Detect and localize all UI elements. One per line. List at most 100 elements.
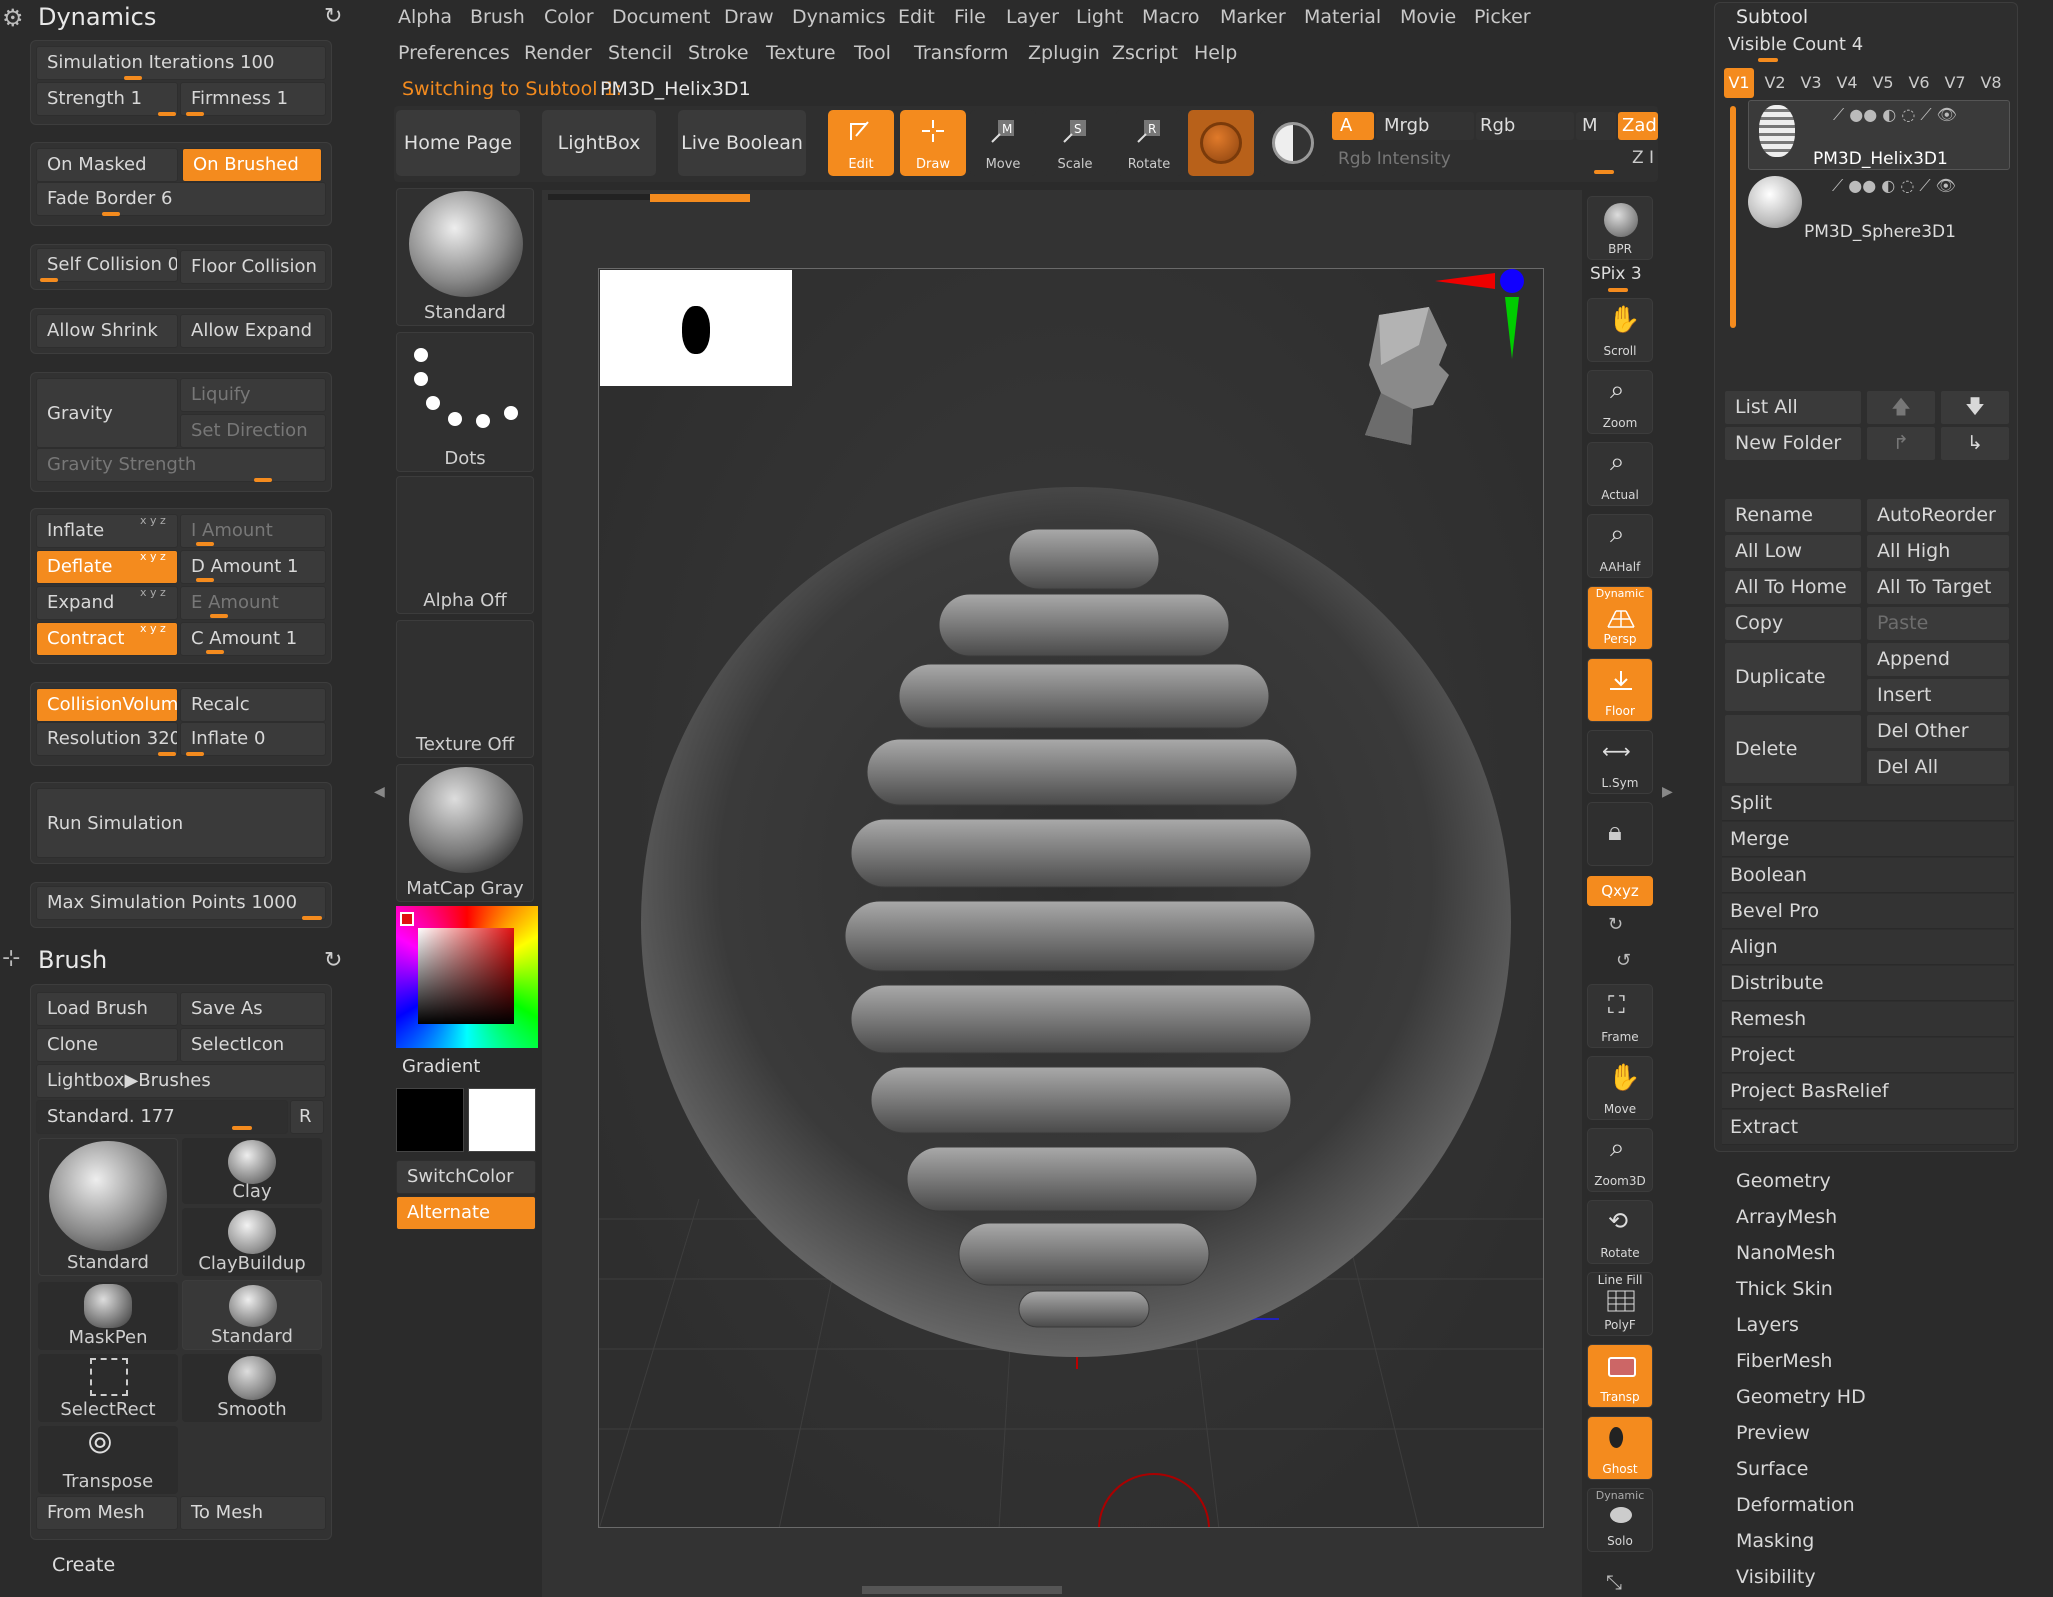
self-collision-slider[interactable]: Self Collision 0 — [36, 248, 178, 282]
move-out-folder-icon[interactable]: ↳ — [1940, 426, 2010, 461]
lock-button[interactable]: 🔒︎ — [1587, 802, 1653, 866]
version-v1-button[interactable]: V1 — [1724, 68, 1754, 98]
z-rotate-icon[interactable]: ↺ — [1616, 950, 1631, 971]
to-mesh-button[interactable]: To Mesh — [180, 1496, 326, 1530]
home-page-button[interactable]: Home Page — [396, 110, 520, 176]
menu-tool[interactable]: Tool — [854, 42, 891, 64]
mrgb-toggle[interactable]: Mrgb — [1376, 112, 1474, 140]
solo-button[interactable]: Dynamic Solo — [1587, 1488, 1653, 1552]
transp-button[interactable]: Transp — [1587, 1344, 1653, 1408]
project-menu[interactable]: Project — [1722, 1038, 2014, 1073]
menu-dynamics[interactable]: Dynamics — [792, 6, 886, 28]
preview-section[interactable]: Preview — [1736, 1422, 1810, 1444]
arraymesh-section[interactable]: ArrayMesh — [1736, 1206, 1837, 1228]
rgb-toggle[interactable]: Rgb — [1476, 112, 1574, 140]
helix-subtool[interactable] — [799, 519, 1359, 1329]
list-all-button[interactable]: List All — [1724, 390, 1862, 425]
brush-transpose-tile[interactable]: ⦾ Transpose — [38, 1426, 178, 1494]
max-sim-points-slider[interactable]: Max Simulation Points 1000 — [36, 886, 326, 920]
surface-section[interactable]: Surface — [1736, 1458, 1808, 1480]
expand-icon[interactable]: ⤡ — [1606, 1570, 1622, 1594]
dynamics-title[interactable]: Dynamics — [38, 3, 156, 31]
auto-reorder-button[interactable]: AutoReorder — [1866, 498, 2010, 533]
create-section[interactable]: Create — [52, 1554, 115, 1576]
distribute-menu[interactable]: Distribute — [1722, 966, 2014, 1001]
slider-handle[interactable] — [302, 916, 322, 920]
version-v5-button[interactable]: V5 — [1868, 68, 1898, 98]
extract-menu[interactable]: Extract — [1722, 1110, 2014, 1145]
stroke-dots-slot[interactable]: Dots — [396, 332, 534, 472]
all-high-button[interactable]: All High — [1866, 534, 2010, 569]
all-low-button[interactable]: All Low — [1724, 534, 1862, 569]
menu-transform[interactable]: Transform — [914, 42, 1009, 64]
material-swatch-button[interactable] — [1188, 110, 1254, 176]
brush-standard2-tile[interactable]: Standard — [182, 1280, 322, 1350]
floor-button[interactable]: Floor — [1587, 658, 1653, 722]
menu-color[interactable]: Color — [544, 6, 594, 28]
move-into-folder-icon[interactable]: ↱ — [1866, 426, 1936, 461]
axis-gizmo-icon[interactable] — [1435, 269, 1535, 359]
nav-preview[interactable] — [600, 270, 792, 386]
persp-button[interactable]: Dynamic Persp — [1587, 586, 1653, 650]
menu-edit[interactable]: Edit — [898, 6, 935, 28]
menu-picker[interactable]: Picker — [1474, 6, 1531, 28]
lightbox-button[interactable]: LightBox — [542, 110, 656, 176]
menu-light[interactable]: Light — [1076, 6, 1123, 28]
standard-brush-slot[interactable]: Standard — [396, 188, 534, 326]
z-intensity-label[interactable]: Z I — [1632, 148, 1654, 168]
brush-smooth-tile[interactable]: Smooth — [182, 1354, 322, 1422]
subtool-visibility-controls[interactable]: ⟋ ●● ◐ ◌ ⟋ 👁︎ — [1833, 105, 1957, 125]
draw-mode-button[interactable] — [1260, 110, 1326, 176]
menu-layer[interactable]: Layer — [1006, 6, 1059, 28]
rotate-button[interactable]: R Rotate — [1116, 110, 1182, 176]
menu-macro[interactable]: Macro — [1142, 6, 1200, 28]
floor-collision-button[interactable]: Floor Collision — [180, 250, 326, 284]
r-button[interactable]: R — [290, 1100, 324, 1134]
version-v8-button[interactable]: V8 — [1976, 68, 2006, 98]
frame-button[interactable]: ⛶ Frame — [1587, 984, 1653, 1048]
rotate-view-button[interactable]: ⟲ Rotate — [1587, 1200, 1653, 1264]
project-basrelief-menu[interactable]: Project BasRelief — [1722, 1074, 2014, 1109]
menu-texture[interactable]: Texture — [766, 42, 836, 64]
subtool-item-selected[interactable]: ⟋ ●● ◐ ◌ ⟋ 👁︎ PM3D_Helix3D1 — [1748, 100, 2010, 170]
visible-count-slider[interactable]: Visible Count 4 — [1728, 34, 1863, 55]
slider-handle[interactable] — [40, 278, 58, 282]
menu-material[interactable]: Material — [1304, 6, 1381, 28]
subtool-item[interactable]: ⟋ ●● ◐ ◌ ⟋ 👁︎ PM3D_Sphere3D1 — [1748, 172, 2010, 242]
menu-document[interactable]: Document — [612, 6, 710, 28]
color-picker-square[interactable] — [418, 928, 514, 1024]
brush-title[interactable]: Brush — [38, 946, 107, 974]
sim-iterations-slider[interactable]: Simulation Iterations 100 — [36, 46, 326, 80]
slider-handle[interactable] — [232, 1126, 252, 1130]
slider-handle[interactable] — [210, 614, 228, 618]
copy-button[interactable]: Copy — [1724, 606, 1862, 641]
thick-skin-section[interactable]: Thick Skin — [1736, 1278, 1833, 1300]
rgb-intensity-slider[interactable]: Rgb Intensity — [1332, 144, 1614, 174]
fade-border-slider[interactable]: Fade Border 6 — [36, 182, 326, 216]
del-all-button[interactable]: Del All — [1866, 750, 2010, 785]
spix-slider[interactable]: SPix 3 — [1590, 264, 1642, 284]
zoom-button[interactable]: ⌕ Zoom — [1587, 370, 1653, 434]
material-slot[interactable]: MatCap Gray — [396, 764, 534, 902]
layers-section[interactable]: Layers — [1736, 1314, 1799, 1336]
refresh-icon[interactable]: ↻ — [324, 4, 342, 29]
viewport[interactable] — [542, 190, 1582, 1597]
aahalf-button[interactable]: ⌕ AAHalf — [1587, 514, 1653, 578]
c-amount-slider[interactable]: C Amount 1 — [180, 622, 326, 656]
alternate-button[interactable]: Alternate — [396, 1196, 536, 1230]
brush-maskpen-tile[interactable]: MaskPen — [38, 1282, 178, 1350]
strength-slider[interactable]: Strength 1 — [36, 82, 178, 116]
switch-color-button[interactable]: SwitchColor — [396, 1160, 536, 1194]
recalc-button[interactable]: Recalc — [180, 688, 326, 722]
all-to-home-button[interactable]: All To Home — [1724, 570, 1862, 605]
scale-button[interactable]: S Scale — [1042, 110, 1108, 176]
select-icon-button[interactable]: SelectIcon — [180, 1028, 326, 1062]
version-v6-button[interactable]: V6 — [1904, 68, 1934, 98]
move-button[interactable]: M Move — [970, 110, 1036, 176]
slider-handle[interactable] — [1758, 58, 1778, 62]
fibermesh-section[interactable]: FiberMesh — [1736, 1350, 1832, 1372]
xyz-rotate-button[interactable]: Qxyz — [1587, 876, 1653, 906]
slider-handle[interactable] — [158, 112, 176, 116]
slider-handle[interactable] — [102, 212, 120, 216]
split-menu[interactable]: Split — [1722, 786, 2014, 821]
